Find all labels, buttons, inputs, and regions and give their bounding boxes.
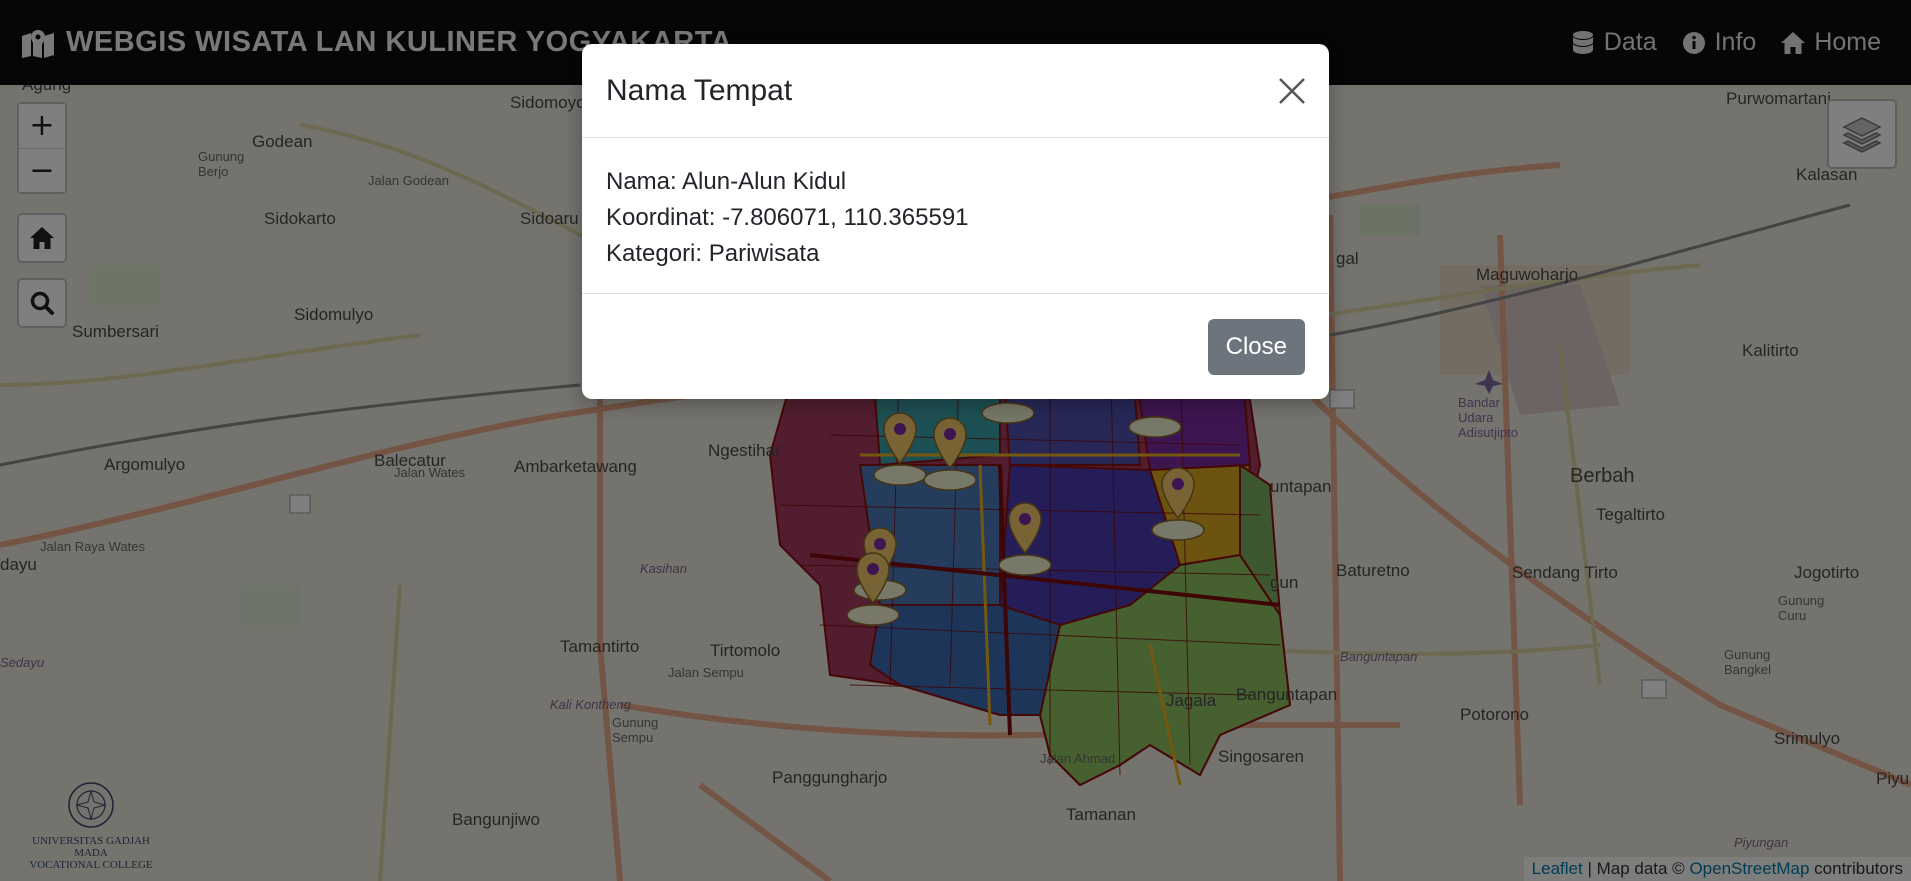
close-icon <box>1279 78 1305 104</box>
place-coordinates: Koordinat: -7.806071, 110.365591 <box>606 204 969 231</box>
modal-close-x-button[interactable] <box>1275 74 1309 108</box>
modal-footer: Close <box>582 294 1329 399</box>
place-modal: Nama Tempat Nama: Alun-Alun Kidul Koordi… <box>582 44 1329 399</box>
modal-body: Nama: Alun-Alun Kidul Koordinat: -7.8060… <box>582 138 1329 294</box>
place-name: Nama: Alun-Alun Kidul <box>606 168 847 195</box>
modal-title: Nama Tempat <box>606 73 793 107</box>
close-button[interactable]: Close <box>1207 318 1305 375</box>
place-category: Kategori: Pariwisata <box>606 240 820 267</box>
modal-header: Nama Tempat <box>582 44 1329 138</box>
